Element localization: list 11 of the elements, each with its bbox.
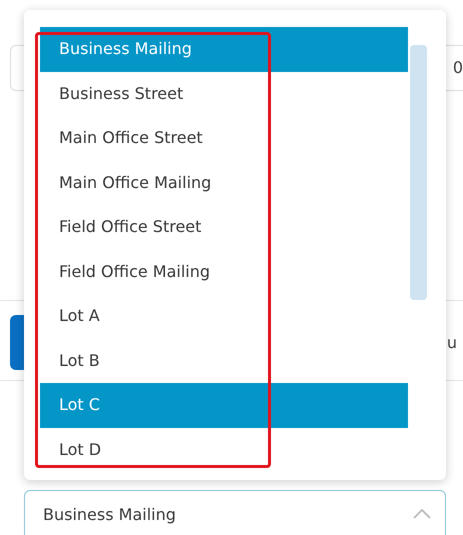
dropdown-option[interactable]: Main Office Street xyxy=(40,116,408,160)
scrollbar-thumb[interactable] xyxy=(410,45,427,300)
dropdown-option[interactable]: Field Office Mailing xyxy=(40,250,408,294)
dropdown-option[interactable]: Business Street xyxy=(40,72,408,116)
dropdown-option[interactable]: Field Office Street xyxy=(40,205,408,250)
dropdown-option[interactable]: Lot A xyxy=(40,294,408,338)
dropdown-option[interactable]: Main Office Mailing xyxy=(40,160,408,205)
select-field[interactable]: Business Mailing xyxy=(24,490,446,535)
dropdown-option[interactable]: Lot D xyxy=(40,428,408,472)
row-text: u xyxy=(446,332,457,354)
dropdown-option[interactable]: Lot B xyxy=(40,338,408,383)
